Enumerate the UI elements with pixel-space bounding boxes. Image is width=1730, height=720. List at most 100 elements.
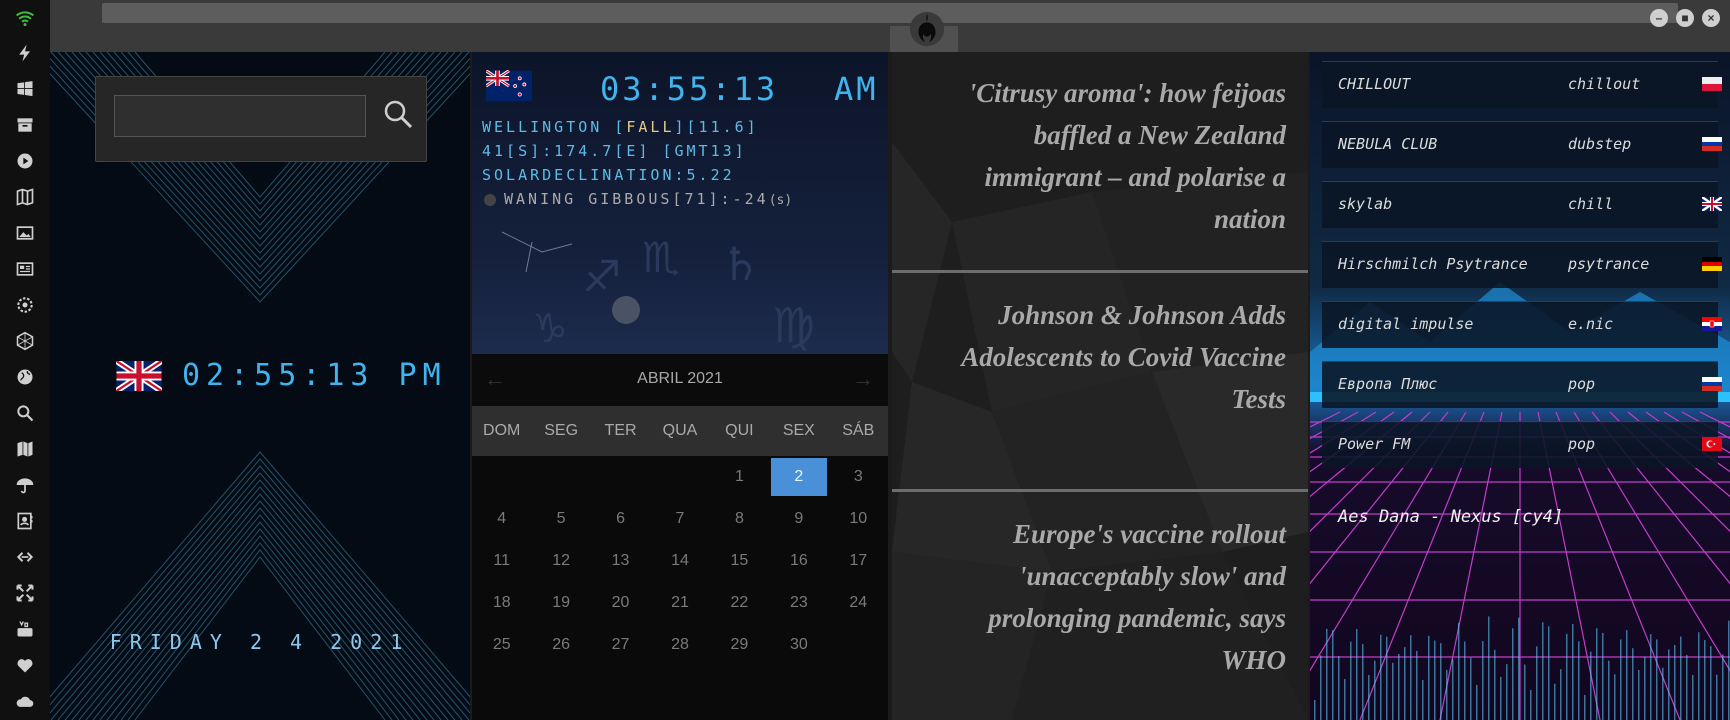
- nz-clock-calendar-panel: ♐ ♏ ♄ ♑ ♍ 03:55:13 AM WELLINGTON [FALL][…: [472, 52, 888, 720]
- svg-text:♄: ♄: [720, 237, 761, 291]
- windows-icon[interactable]: [13, 77, 37, 101]
- calendar-day[interactable]: 18: [472, 582, 531, 624]
- minimize-button[interactable]: –: [1650, 9, 1668, 27]
- close-button[interactable]: ×: [1702, 9, 1720, 27]
- calendar-day[interactable]: 29: [710, 624, 769, 666]
- calendar-month-title: ABRIL 2021: [637, 370, 723, 387]
- news-icon[interactable]: [13, 257, 37, 281]
- radio-station-row[interactable]: Power FM pop: [1322, 421, 1722, 468]
- croatia-flag-icon: [1702, 317, 1722, 331]
- svg-text:♑: ♑: [532, 306, 568, 352]
- now-playing: Aes Dana - Nexus [cy4]: [1338, 507, 1564, 527]
- calendar-day[interactable]: 26: [531, 624, 590, 666]
- calendar-day[interactable]: 20: [591, 582, 650, 624]
- cog-icon[interactable]: [13, 293, 37, 317]
- calendar-day[interactable]: 21: [650, 582, 709, 624]
- station-name: NEBULA CLUB: [1338, 135, 1438, 153]
- uk-clock: 02:55:13 PM: [116, 358, 447, 393]
- calendar-day[interactable]: 6: [591, 498, 650, 540]
- calendar-day[interactable]: 27: [591, 624, 650, 666]
- station-name: Power FM: [1338, 435, 1411, 453]
- play-icon[interactable]: [13, 149, 37, 173]
- map-book-icon[interactable]: [13, 185, 37, 209]
- station-name: Hirschmilch Psytrance: [1338, 255, 1528, 273]
- radio-station-row[interactable]: digital impulse e.nic: [1322, 301, 1722, 348]
- wifi-icon[interactable]: [13, 6, 37, 30]
- calendar-day[interactable]: 14: [650, 540, 709, 582]
- image-icon[interactable]: [13, 221, 37, 245]
- station-genre: e.nic: [1568, 315, 1614, 333]
- expand-icon[interactable]: [13, 581, 37, 605]
- calendar-empty-cell: [472, 456, 531, 498]
- calendar-empty-cell: [531, 456, 590, 498]
- youtube-icon[interactable]: [13, 617, 37, 641]
- radio-station-row[interactable]: Hirschmilch Psytrance psytrance: [1322, 241, 1722, 288]
- umbrella-icon[interactable]: [13, 473, 37, 497]
- calendar-day[interactable]: 25: [472, 624, 531, 666]
- station-genre: pop: [1568, 435, 1596, 453]
- calendar-day[interactable]: 11: [472, 540, 531, 582]
- calendar-day[interactable]: 22: [710, 582, 769, 624]
- station-genre: chillout: [1568, 75, 1641, 93]
- calendar-day[interactable]: 23: [769, 582, 828, 624]
- side-launcher: [0, 0, 50, 720]
- uk-date: FRIDAY 2 4 2021: [109, 630, 411, 654]
- station-genre: dubstep: [1568, 135, 1632, 153]
- calendar-day[interactable]: 5: [531, 498, 590, 540]
- globe-icon[interactable]: [13, 365, 37, 389]
- calendar-day[interactable]: 17: [829, 540, 888, 582]
- russia-flag-icon: [1702, 137, 1722, 151]
- app-logo-tab[interactable]: [890, 11, 958, 52]
- heart-icon[interactable]: [13, 653, 37, 677]
- uk-clock-panel: 02:55:13 PM FRIDAY 2 4 2021: [50, 52, 470, 720]
- nz-time: 03:55:13: [600, 70, 779, 108]
- news-item[interactable]: Johnson & Johnson Adds Adolescents to Co…: [892, 274, 1308, 494]
- calendar-day[interactable]: 2: [771, 458, 827, 496]
- nz-ampm: AM: [834, 70, 879, 108]
- calendar-day[interactable]: 24: [829, 582, 888, 624]
- station-genre: chill: [1568, 195, 1614, 213]
- radio-station-row[interactable]: NEBULA CLUB dubstep: [1322, 121, 1722, 168]
- calendar-day[interactable]: 30: [769, 624, 828, 666]
- moon-icon: [484, 193, 496, 206]
- news-item[interactable]: Europe's vaccine rollout 'unacceptably s…: [892, 493, 1308, 713]
- calendar-day[interactable]: 19: [531, 582, 590, 624]
- radio-panel: CHILLOUT chillout NEBULA CLUB dubstep skylab…: [1310, 52, 1730, 720]
- maximize-button[interactable]: ■: [1676, 9, 1694, 27]
- calendar-day[interactable]: 12: [531, 540, 590, 582]
- cloud-icon[interactable]: [13, 689, 37, 713]
- calendar-day[interactable]: 3: [829, 456, 888, 498]
- calendar-day[interactable]: 1: [710, 456, 769, 498]
- weekday-label: SEG: [544, 422, 579, 439]
- news-headline: 'Citrusy aroma': how feijoas baffled a N…: [968, 78, 1286, 234]
- hexagon-icon[interactable]: [13, 329, 37, 353]
- calendar-day[interactable]: 4: [472, 498, 531, 540]
- calendar-weekdays: DOM SEG TER QUA QUI SEX SÁB: [472, 406, 888, 456]
- calendar-day[interactable]: 28: [650, 624, 709, 666]
- search-input[interactable]: [114, 95, 366, 137]
- calendar-day[interactable]: 10: [829, 498, 888, 540]
- news-item[interactable]: 'Citrusy aroma': how feijoas baffled a N…: [892, 52, 1308, 272]
- contacts-icon[interactable]: [13, 509, 37, 533]
- radio-station-row[interactable]: Европа Плюс pop: [1322, 361, 1722, 408]
- calendar-day[interactable]: 13: [591, 540, 650, 582]
- calendar-day[interactable]: 16: [769, 540, 828, 582]
- archive-icon[interactable]: [13, 113, 37, 137]
- station-name: digital impulse: [1338, 315, 1474, 333]
- calendar-day[interactable]: 9: [769, 498, 828, 540]
- calendar-day[interactable]: 7: [650, 498, 709, 540]
- uk-time: 02:55:13 PM: [182, 358, 447, 393]
- search-button[interactable]: [381, 97, 415, 131]
- radio-station-row[interactable]: CHILLOUT chillout: [1322, 61, 1722, 108]
- calendar-next-button[interactable]: →: [852, 366, 874, 392]
- station-genre: psytrance: [1568, 255, 1650, 273]
- search-icon[interactable]: [13, 401, 37, 425]
- window-drag-strip[interactable]: [102, 3, 1678, 23]
- map-icon[interactable]: [13, 437, 37, 461]
- calendar-day[interactable]: 8: [710, 498, 769, 540]
- turkey-flag-icon: [1702, 437, 1722, 451]
- bolt-icon[interactable]: [13, 41, 37, 65]
- link-icon[interactable]: [13, 545, 37, 569]
- radio-station-row[interactable]: skylab chill: [1322, 181, 1722, 228]
- calendar-day[interactable]: 15: [710, 540, 769, 582]
